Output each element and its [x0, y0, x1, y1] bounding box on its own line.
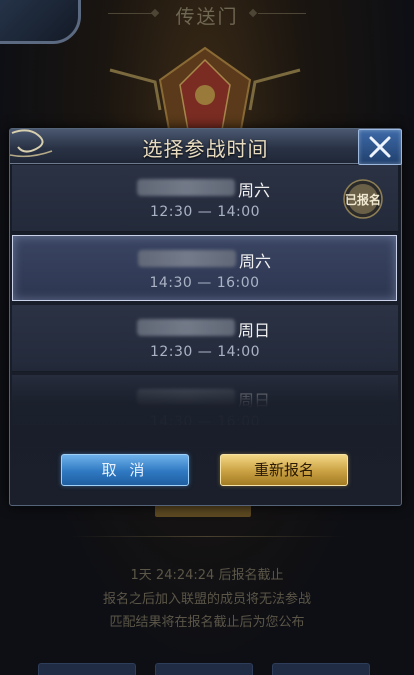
signup-note: 报名之后加入联盟的成员将无法参战 [102, 592, 311, 607]
signed-up-badge-icon: 已报名 [343, 179, 383, 219]
time-slot-list[interactable]: 周六 12:30 — 14:00 已报名 周六 14:30 — 16:00 周日… [12, 165, 399, 425]
slot-day: 周六 [239, 252, 272, 271]
slot-time: 14:30 — 16:00 [149, 414, 261, 425]
select-battle-time-dialog: 选择参战时间 周六 12:30 — 14:00 已报名 周六 14:30 — 1… [9, 128, 402, 506]
slot-time: 12:30 — 14:00 [149, 204, 261, 220]
blurred-date [137, 389, 235, 406]
slot-day: 周六 [238, 181, 271, 200]
page-title: 传送门 [175, 6, 239, 28]
blurred-date [137, 179, 235, 196]
blurred-date [138, 250, 236, 267]
blurred-date [137, 319, 235, 336]
close-button[interactable] [358, 129, 402, 165]
time-slot-sat-1230[interactable]: 周六 12:30 — 14:00 已报名 [12, 165, 398, 232]
svg-text:已报名: 已报名 [345, 192, 381, 207]
close-icon [369, 136, 391, 158]
dialog-title: 选择参战时间 [142, 137, 269, 161]
cancel-button[interactable]: 取 消 [61, 454, 189, 486]
slot-day: 周日 [238, 391, 271, 410]
time-slot-sun-1430[interactable]: 周日 14:30 — 16:00 [12, 375, 398, 425]
portal-emblem-icon [109, 46, 301, 135]
signup-countdown: 1天 24:24:24 后报名截止 [130, 568, 284, 583]
dialog-header: 选择参战时间 [9, 129, 402, 165]
slot-time: 12:30 — 14:00 [149, 344, 261, 360]
bottom-tab-button [272, 663, 370, 675]
bottom-tab-button [38, 663, 136, 675]
time-slot-sun-1230[interactable]: 周日 12:30 — 14:00 [12, 305, 398, 372]
slot-time: 14:30 — 16:00 [149, 275, 260, 291]
slot-day: 周日 [238, 321, 271, 340]
game-screen: 传送门 1天 24:24:24 后报名截止 报名之后加入联盟的成员将无法参战 匹… [0, 0, 414, 675]
bottom-tab-button [155, 663, 253, 675]
title-divider [258, 13, 306, 14]
match-note: 匹配结果将在报名截止后为您公布 [109, 615, 305, 630]
time-slot-sat-1430[interactable]: 周六 14:30 — 16:00 [12, 235, 397, 301]
section-divider [70, 536, 344, 537]
re-register-button[interactable]: 重新报名 [220, 454, 348, 486]
